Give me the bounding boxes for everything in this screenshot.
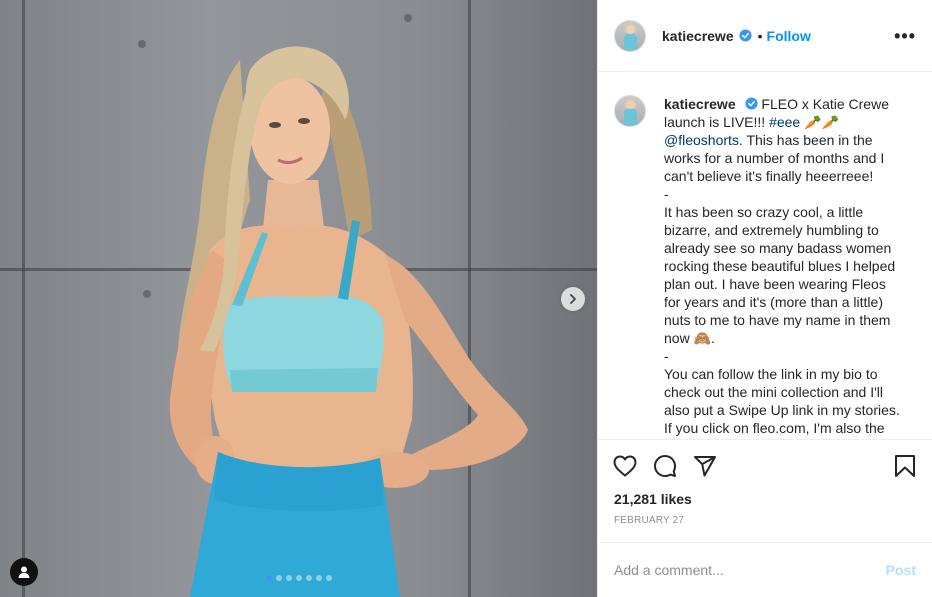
- share-icon: [694, 455, 716, 476]
- post-side-panel: katiecrewe • Follow ••• katiecrewe FLEO …: [597, 0, 932, 597]
- caption-paragraph: It has been so crazy cool, a little biza…: [664, 204, 896, 346]
- comment-input[interactable]: [614, 562, 886, 578]
- verified-badge-icon: [744, 97, 758, 110]
- verified-badge-icon: [739, 29, 752, 42]
- mention-link[interactable]: @fleoshorts: [664, 132, 739, 148]
- avatar[interactable]: [614, 19, 646, 52]
- post-header: katiecrewe • Follow •••: [598, 0, 932, 72]
- caption-dash: -: [664, 186, 669, 202]
- like-button[interactable]: [612, 453, 638, 479]
- post-date[interactable]: February 27: [598, 510, 932, 542]
- monkey-emoji: 🙈: [693, 330, 712, 346]
- carousel-dot: [305, 575, 312, 581]
- share-button[interactable]: [692, 453, 718, 479]
- post-actions: [598, 439, 932, 491]
- caption-username-link[interactable]: katiecrewe: [664, 96, 736, 112]
- carousel-dot: [315, 575, 322, 581]
- tagged-users-button[interactable]: [10, 558, 38, 586]
- carousel-dot: [295, 575, 302, 581]
- more-options-icon[interactable]: •••: [894, 27, 916, 45]
- carousel-dot: [285, 575, 292, 581]
- caption-text: katiecrewe FLEO x Katie Crewe launch is …: [664, 95, 900, 439]
- post-media[interactable]: [0, 0, 597, 597]
- caption-period: .: [711, 330, 715, 346]
- caption-dash: -: [664, 348, 669, 364]
- carousel-dot: [275, 575, 282, 581]
- save-button[interactable]: [892, 453, 918, 479]
- chevron-right-icon: [570, 294, 576, 304]
- caption-section: katiecrewe FLEO x Katie Crewe launch is …: [598, 72, 932, 439]
- follow-button[interactable]: Follow: [767, 28, 811, 44]
- comment-button[interactable]: [652, 453, 678, 479]
- photo-subject: [169, 46, 528, 597]
- carrot-emoji: 🥕🥕: [804, 114, 839, 130]
- comment-bar: Post: [598, 542, 932, 597]
- likes-count[interactable]: 21,281 likes: [598, 488, 932, 510]
- carousel-dot: [325, 575, 332, 581]
- post-modal: katiecrewe • Follow ••• katiecrewe FLEO …: [0, 0, 932, 597]
- separator-dot: •: [757, 27, 763, 44]
- carousel-dot: [265, 575, 272, 581]
- caption-paragraph: You can follow the link in my bio to che…: [664, 366, 900, 439]
- next-slide-button[interactable]: [561, 287, 585, 311]
- carousel-indicator: [0, 575, 597, 581]
- hashtag-link[interactable]: #eee: [769, 114, 800, 130]
- username-link[interactable]: katiecrewe: [662, 28, 734, 44]
- avatar[interactable]: [614, 95, 646, 127]
- comment-icon: [654, 454, 676, 477]
- heart-icon: [613, 454, 637, 477]
- post-comment-button[interactable]: Post: [886, 562, 916, 578]
- bookmark-icon: [895, 454, 915, 477]
